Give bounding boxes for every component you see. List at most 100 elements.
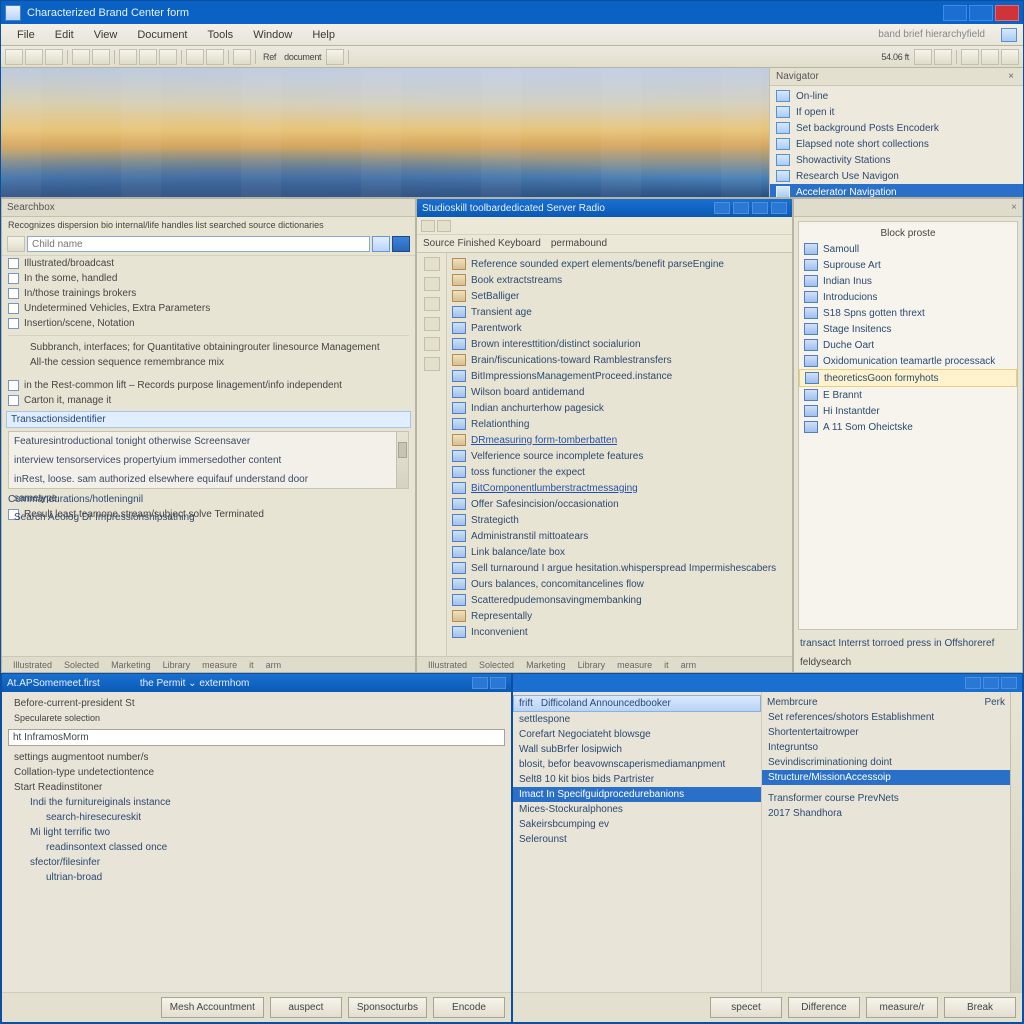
title-button[interactable]	[714, 202, 730, 214]
side-icon[interactable]	[424, 297, 440, 311]
tb-new-icon[interactable]	[5, 49, 23, 65]
maximize-button[interactable]	[969, 5, 993, 21]
menu-window[interactable]: Window	[243, 27, 302, 43]
task-pane-close-icon[interactable]: ×	[1005, 71, 1017, 82]
tb-paste-icon[interactable]	[159, 49, 177, 65]
list-row[interactable]: Sakeirsbcumping ev	[513, 817, 761, 832]
properties-item[interactable]: A 11 Som Oheictske	[799, 419, 1017, 435]
title-button[interactable]	[771, 202, 787, 214]
footer-check[interactable]: in the Rest-common lift – Records purpos…	[2, 378, 415, 393]
list-row[interactable]: Shortentertaitrowper	[762, 725, 1010, 740]
side-icon[interactable]	[424, 277, 440, 291]
explorer-item[interactable]: Inconvenient	[447, 624, 792, 640]
explorer-item[interactable]: Strategicth	[447, 512, 792, 528]
list-row[interactable]: Imact In Specifguidprocedurebanions	[513, 787, 761, 802]
explorer-item[interactable]: Ours balances, concomitancelines flow	[447, 576, 792, 592]
tab-1[interactable]: Source Finished Keyboard	[423, 238, 541, 249]
search-input[interactable]	[27, 236, 370, 252]
menu-tools[interactable]: Tools	[198, 27, 244, 43]
menu-document[interactable]: Document	[127, 27, 197, 43]
task-pane-item[interactable]: If open it	[770, 104, 1023, 120]
dialog-list-item[interactable]: Start Readinstitoner	[8, 780, 505, 795]
properties-item[interactable]: Stage Insitencs	[799, 321, 1017, 337]
list-row[interactable]: Mices-Stockuralphones	[513, 802, 761, 817]
explorer-item[interactable]: Offer Safesincision/occasionation	[447, 496, 792, 512]
explorer-item[interactable]: BitComponentlumberstractmessaging	[447, 480, 792, 496]
dialog-list-item[interactable]: Indi the furnitureiginals instance	[8, 795, 505, 810]
tab-2[interactable]: permabound	[551, 238, 607, 249]
properties-item[interactable]: Introducions	[799, 289, 1017, 305]
option-row[interactable]: Illustrated/broadcast	[2, 256, 415, 271]
menu-view[interactable]: View	[84, 27, 128, 43]
properties-item[interactable]: Duche Oart	[799, 337, 1017, 353]
list-row[interactable]: settlespone	[513, 712, 761, 727]
dialog-max-icon[interactable]	[983, 677, 999, 689]
tb-open-icon[interactable]	[25, 49, 43, 65]
tb-copy-icon[interactable]	[139, 49, 157, 65]
side-icon[interactable]	[424, 337, 440, 351]
mini-icon[interactable]	[437, 220, 451, 232]
tb-misc-icon[interactable]	[326, 49, 344, 65]
tb-end-5-icon[interactable]	[1001, 49, 1019, 65]
tb-preview-icon[interactable]	[92, 49, 110, 65]
scrollbar[interactable]	[396, 432, 408, 488]
title-button[interactable]	[733, 202, 749, 214]
dialog-list-item[interactable]: ultrian-broad	[8, 870, 505, 885]
list-row[interactable]: blosit, befor beavownscaperismediamanpme…	[513, 757, 761, 772]
mini-icon[interactable]	[421, 220, 435, 232]
scroll-thumb[interactable]	[398, 442, 407, 458]
dialog-list-item[interactable]: readinsontext classed once	[8, 840, 505, 855]
explorer-item[interactable]: Reference sounded expert elements/benefi…	[447, 256, 792, 272]
explorer-item[interactable]: Velferience source incomplete features	[447, 448, 792, 464]
list-row[interactable]: Set references/shotors Establishment	[762, 710, 1010, 725]
checkbox-icon[interactable]	[8, 380, 19, 391]
list-row[interactable]: Sevindiscriminationing doint	[762, 755, 1010, 770]
task-pane-item[interactable]: Research Use Navigon	[770, 168, 1023, 184]
list-row[interactable]: 2017 Shandhora	[762, 806, 1010, 821]
task-pane-item[interactable]: On-line	[770, 88, 1023, 104]
dialog-button[interactable]: auspect	[270, 997, 342, 1018]
dialog-button[interactable]: measure/r	[866, 997, 938, 1018]
properties-item[interactable]: Indian Inus	[799, 273, 1017, 289]
dialog-min-icon[interactable]	[965, 677, 981, 689]
list-row[interactable]: Selt8 10 kit bios bids Partrister	[513, 772, 761, 787]
menu-help[interactable]: Help	[302, 27, 345, 43]
dialog-button[interactable]: Sponsocturbs	[348, 997, 427, 1018]
dialog-button[interactable]: Mesh Accountment	[161, 997, 264, 1018]
minimize-button[interactable]	[943, 5, 967, 21]
task-pane-item[interactable]: Showactivity Stations	[770, 152, 1023, 168]
explorer-item[interactable]: DRmeasuring form-tomberbatten	[447, 432, 792, 448]
explorer-item[interactable]: Representally	[447, 608, 792, 624]
properties-item[interactable]: Suprouse Art	[799, 257, 1017, 273]
properties-item[interactable]: E Brannt	[799, 387, 1017, 403]
tb-end-2-icon[interactable]	[934, 49, 952, 65]
list-row[interactable]: Integruntso	[762, 740, 1010, 755]
dialog-button[interactable]: specet	[710, 997, 782, 1018]
checkbox-icon[interactable]	[8, 273, 19, 284]
task-pane-item[interactable]: Elapsed note short collections	[770, 136, 1023, 152]
checkbox-icon[interactable]	[8, 318, 19, 329]
checkbox-icon[interactable]	[8, 395, 19, 406]
explorer-item[interactable]: Relationthing	[447, 416, 792, 432]
dialog-button[interactable]: Difference	[788, 997, 860, 1018]
tb-cut-icon[interactable]	[119, 49, 137, 65]
dialog-list-item[interactable]: search-hiresecureskit	[8, 810, 505, 825]
explorer-item[interactable]: Sell turnaround I argue hesitation.whisp…	[447, 560, 792, 576]
properties-item[interactable]: theoreticsGoon formyhots	[799, 369, 1017, 387]
tb-redo-icon[interactable]	[206, 49, 224, 65]
explorer-item[interactable]: toss functioner the expect	[447, 464, 792, 480]
dialog-list-item[interactable]: Collation-type undetectiontence	[8, 765, 505, 780]
list-row[interactable]: Wall subBrfer losipwich	[513, 742, 761, 757]
search-mode-icon[interactable]	[7, 236, 25, 252]
list-row[interactable]: Corefart Negociateht blowsge	[513, 727, 761, 742]
title-button[interactable]	[752, 202, 768, 214]
explorer-item[interactable]: Administranstil mittoatears	[447, 528, 792, 544]
list-row[interactable]: Selerounst	[513, 832, 761, 847]
checkbox-icon[interactable]	[8, 303, 19, 314]
scrollbar[interactable]	[1010, 692, 1022, 992]
dialog-list-item[interactable]: settings augmentoot number/s	[8, 750, 505, 765]
dialog-close-icon[interactable]	[490, 677, 506, 689]
option-row[interactable]: Undetermined Vehicles, Extra Parameters	[2, 301, 415, 316]
explorer-item[interactable]: Link balance/late box	[447, 544, 792, 560]
tb-save-icon[interactable]	[45, 49, 63, 65]
